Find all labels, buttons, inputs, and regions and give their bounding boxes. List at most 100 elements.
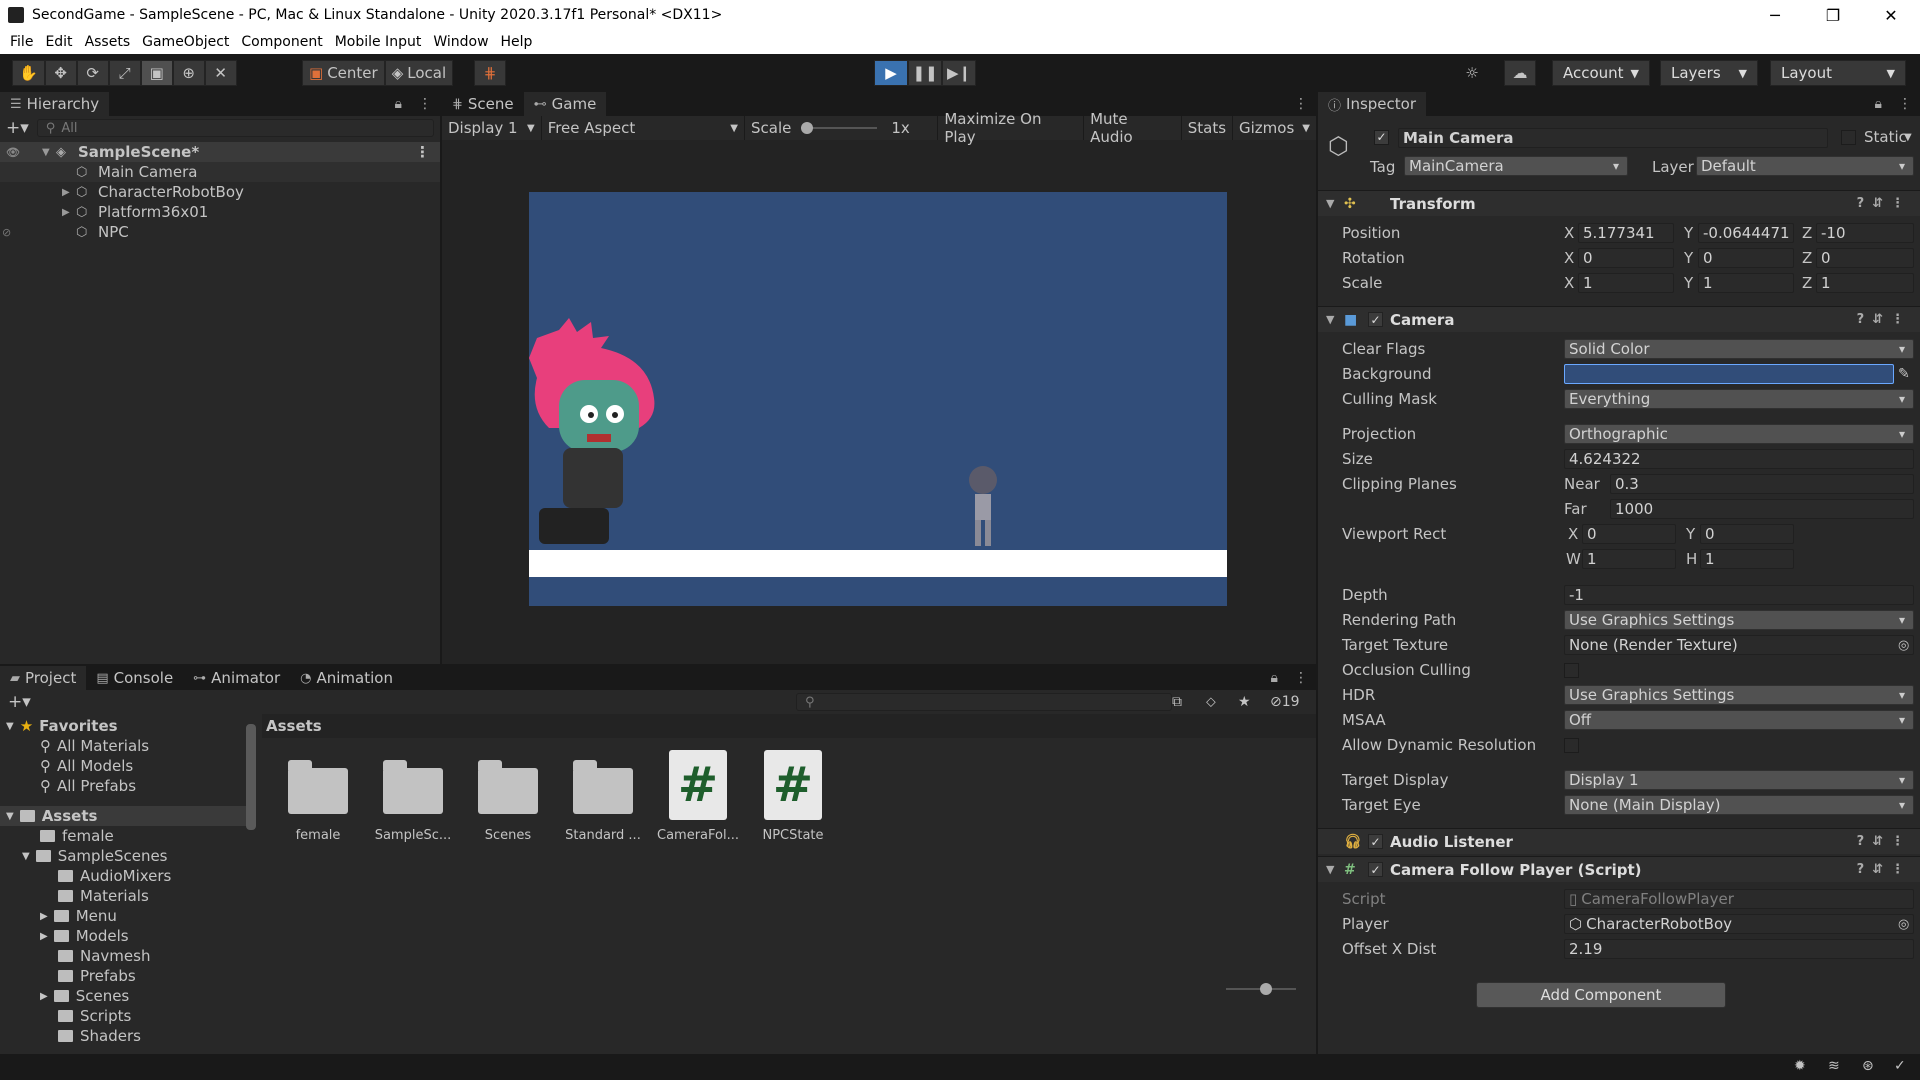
minimize-button[interactable]: ─ [1746,0,1804,30]
kebab-menu-icon[interactable]: ⋮ [410,96,440,112]
scene-row[interactable]: 👁︎ ▼ ◈ SampleScene* ⋮ [0,142,440,162]
far-field[interactable]: 1000 [1610,499,1914,519]
add-component-button[interactable]: Add Component [1476,982,1726,1008]
hierarchy-item-npc[interactable]: ⊘ ⬡ NPC [0,222,440,242]
grid-snap-icon[interactable]: ⋕ [474,60,506,86]
expand-arrow-icon[interactable]: ▶ [62,207,76,218]
folder-item[interactable]: ▼ SampleScenes [0,846,248,866]
scale-z-field[interactable]: 1 [1816,273,1914,293]
folder-item[interactable]: AudioMixers [0,866,248,886]
hdr-dropdown[interactable]: Use Graphics Settings [1564,685,1914,705]
folder-item[interactable]: Prefabs [0,966,248,986]
kebab-menu-icon[interactable]: ⋮ [1286,96,1316,112]
transform-tool-icon[interactable]: ⊕ [172,60,205,86]
rect-tool-icon[interactable]: ▣ [140,60,173,86]
add-object-button[interactable]: +▾ [6,118,29,138]
folder-item[interactable]: Scripts [0,1006,248,1026]
component-header-icons[interactable]: ?⇵⋮ [1857,834,1912,849]
eyedropper-icon[interactable]: ✎ [1898,366,1910,382]
component-header-icons[interactable]: ?⇵⋮ [1857,196,1912,211]
icon-size-slider[interactable] [1226,983,1296,995]
hidden-eye-icon[interactable]: ⊘ [2,226,11,239]
pivot-local-button[interactable]: ◈ Local [384,60,454,86]
stats-toggle[interactable]: Stats [1182,116,1234,140]
expand-arrow-icon[interactable]: ▶ [62,187,76,198]
layers-stack-icon[interactable]: ≋ [1828,1058,1840,1074]
kebab-menu-icon[interactable]: ⋮ [1890,96,1920,112]
search-by-type-icon[interactable]: ⧉ [1172,694,1182,710]
expand-arrow-icon[interactable]: ▶ [40,991,48,1002]
menu-mobile-input[interactable]: Mobile Input [329,34,428,50]
asset-folder-scenes[interactable]: Scenes [462,754,554,843]
hierarchy-item-platform[interactable]: ▶ ⬡ Platform36x01 [0,202,440,222]
move-tool-icon[interactable]: ✥ [44,60,77,86]
camera-component-header[interactable]: ▼ ■ ✓ Camera ?⇵⋮ [1318,306,1920,332]
tree-scrollbar[interactable] [246,724,256,830]
layer-dropdown[interactable]: Default [1696,156,1914,176]
tab-game[interactable]: ⊷ Game [523,92,607,116]
position-x-field[interactable]: 5.177341 [1578,223,1674,243]
asset-folder-female[interactable]: female [272,754,364,843]
expand-arrow-icon[interactable]: ▶ [40,931,48,942]
rotation-z-field[interactable]: 0 [1816,248,1914,268]
scale-y-field[interactable]: 1 [1698,273,1794,293]
fold-arrow-icon[interactable]: ▼ [1326,863,1334,876]
project-search-input[interactable]: ⚲ [796,693,1172,711]
menu-file[interactable]: File [4,34,39,50]
assets-root-row[interactable]: ▼ Assets [0,806,248,826]
collab-icon[interactable]: ☼ [1456,60,1488,86]
near-field[interactable]: 0.3 [1610,474,1914,494]
maximize-on-play-toggle[interactable]: Maximize On Play [938,110,1085,146]
hierarchy-item-characterrobotboy[interactable]: ▶ ⬡ CharacterRobotBoy [0,182,440,202]
layers-dropdown[interactable]: Layers ▼ [1660,60,1758,86]
tag-dropdown[interactable]: MainCamera [1404,156,1628,176]
display-dropdown[interactable]: Display 1 ▼ [442,116,542,140]
rotation-x-field[interactable]: 0 [1578,248,1674,268]
tab-console[interactable]: ▤ Console [86,666,183,690]
fold-arrow-icon[interactable]: ▼ [1326,313,1334,326]
dynamic-resolution-checkbox[interactable] [1564,737,1579,753]
projection-dropdown[interactable]: Orthographic [1564,424,1914,444]
static-checkbox[interactable] [1841,130,1856,145]
hierarchy-search-input[interactable]: ⚲ All [36,119,434,137]
background-color-swatch[interactable] [1564,364,1894,384]
folder-item[interactable]: Shaders [0,1026,248,1046]
active-checkbox[interactable]: ✓ [1374,130,1389,145]
folder-item[interactable]: female [0,826,248,846]
layout-dropdown[interactable]: Layout ▼ [1770,60,1906,86]
static-label[interactable]: Static [1864,128,1907,146]
hidden-packages-icon[interactable]: ⊘19 [1270,694,1300,710]
camera-follow-checkbox[interactable]: ✓ [1368,862,1383,877]
camera-follow-header[interactable]: ▼ # ✓ Camera Follow Player (Script) ?⇵⋮ [1318,856,1920,882]
cloud-icon[interactable]: ☁ [1504,60,1536,86]
visibility-icon[interactable]: 👁︎ [0,146,30,159]
folder-item[interactable]: ▶ Models [0,926,248,946]
step-button[interactable]: ▶❙ [942,60,976,86]
mute-audio-toggle[interactable]: Mute Audio [1084,110,1182,146]
target-eye-dropdown[interactable]: None (Main Display) [1564,795,1914,815]
gizmos-toggle[interactable]: Gizmos ▼ [1233,116,1316,140]
breadcrumb-assets[interactable]: Assets [266,717,322,735]
menu-window[interactable]: Window [427,34,494,50]
hierarchy-item-main-camera[interactable]: ⬡ Main Camera [0,162,440,182]
lock-icon[interactable]: 🔒︎ [1263,670,1286,686]
scale-x-field[interactable]: 1 [1578,273,1674,293]
object-name-field[interactable]: Main Camera [1398,128,1828,148]
occlusion-culling-checkbox[interactable] [1564,662,1579,678]
rotation-y-field[interactable]: 0 [1698,248,1794,268]
menu-help[interactable]: Help [495,34,539,50]
camera-enabled-checkbox[interactable]: ✓ [1368,312,1383,327]
object-picker-icon[interactable]: ◎ [1898,917,1909,932]
target-texture-field[interactable]: None (Render Texture) [1564,635,1914,655]
favorite-item[interactable]: ⚲ All Materials [0,736,248,756]
bug-icon[interactable]: ✹ [1794,1058,1806,1074]
chevron-down-icon[interactable]: ▼ [1904,132,1912,143]
close-button[interactable]: ✕ [1862,0,1920,30]
lock-icon[interactable]: 🔒︎ [387,96,410,112]
custom-tool-icon[interactable]: ✕ [204,60,237,86]
folder-item[interactable]: Materials [0,886,248,906]
viewport-y-field[interactable]: 0 [1700,524,1794,544]
search-by-label-icon[interactable]: ⬦ [1206,694,1216,710]
menu-component[interactable]: Component [235,34,328,50]
asset-folder-standard[interactable]: Standard ... [557,754,649,843]
